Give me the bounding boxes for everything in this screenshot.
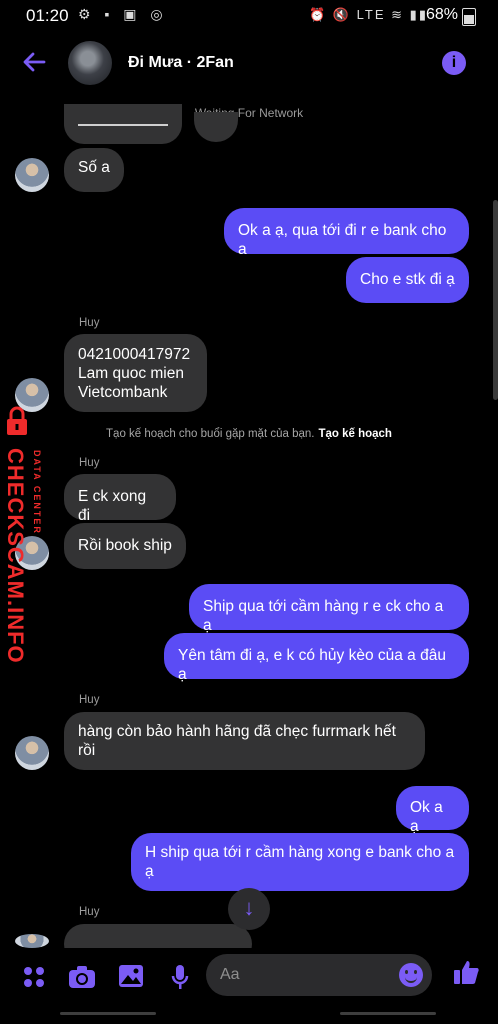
message-bubble[interactable]: 0421000417972 Lam quoc mien Vietcombank xyxy=(64,334,207,412)
emoji-icon[interactable] xyxy=(399,963,423,987)
scrollbar[interactable] xyxy=(493,200,498,400)
system-nav-bar xyxy=(0,1004,498,1024)
sender-name: Huy xyxy=(79,457,100,469)
message-bubble[interactable]: Yên tâm đi ạ, e k có hủy kèo của a đâu ạ xyxy=(164,633,469,683)
avatar[interactable] xyxy=(15,736,49,770)
like-icon[interactable] xyxy=(452,958,479,984)
nav-home-handle[interactable] xyxy=(340,1012,436,1015)
camera-icon[interactable] xyxy=(68,964,95,990)
sender-name: Huy xyxy=(79,317,100,329)
message-input-placeholder: Aa xyxy=(220,966,240,983)
notification-icons: ⚙ ▪ ▣ ◎ xyxy=(78,6,168,22)
message-bubble[interactable]: Ok a ạ, qua tới đi r e bank cho a xyxy=(224,208,469,258)
message-bubble[interactable]: H ship qua tới r cầm hàng xong e bank ch… xyxy=(131,833,469,891)
message-bubble[interactable]: Ok a ạ xyxy=(396,786,469,835)
message-bubble[interactable]: E ck xong đi xyxy=(64,474,176,524)
gallery-icon[interactable] xyxy=(118,964,144,990)
avatar[interactable] xyxy=(15,158,49,192)
nav-back-handle[interactable] xyxy=(60,1012,156,1015)
message-bubble[interactable]: Rồi book ship xyxy=(64,523,186,569)
message-composer: Aa xyxy=(0,948,498,1004)
status-bar: 01:20 ⚙ ▪ ▣ ◎ ⏰ 🔇 LTE ≋ ▮▮ 68% xyxy=(0,0,498,32)
watermark-text: CHECKSCAM.INFO xyxy=(3,448,28,664)
message-input[interactable]: Aa xyxy=(206,954,432,996)
battery-level: 68% xyxy=(425,6,458,23)
message-bubble[interactable]: Cho e stk đi ạ xyxy=(346,257,469,303)
contact-name[interactable]: Đi Mưa · 2Fan xyxy=(128,54,234,72)
watermark-subtext: DATA CENTER xyxy=(32,450,42,535)
clipped-message[interactable] xyxy=(194,112,238,142)
signal-icons: ⏰ 🔇 LTE ≋ ▮▮ xyxy=(309,7,428,22)
microphone-icon[interactable] xyxy=(167,964,193,990)
sender-name: Huy xyxy=(79,906,100,918)
sender-name: Huy xyxy=(79,694,100,706)
contact-avatar[interactable] xyxy=(68,41,112,85)
watermark: CHECKSCAM.INFO DATA CENTER xyxy=(0,406,56,664)
message-bubble[interactable]: Ship qua tới cầm hàng r e ck cho a ạ xyxy=(189,584,469,634)
clipped-message[interactable] xyxy=(64,104,182,144)
network-label: LTE xyxy=(356,7,386,22)
info-icon[interactable]: i xyxy=(442,51,466,75)
status-time: 01:20 xyxy=(26,6,69,25)
plan-suggestion-text: Tạo kế hoạch cho buổi gặp mặt của bạn. xyxy=(106,428,315,440)
lock-icon xyxy=(7,406,27,435)
battery-icon xyxy=(462,8,476,26)
message-bubble[interactable]: Số a xyxy=(64,148,124,192)
create-plan-link[interactable]: Tạo kế hoạch xyxy=(318,428,392,440)
avatar[interactable] xyxy=(15,934,49,948)
message-bubble[interactable]: hàng còn bảo hành hãng đã chẹc furrmark … xyxy=(64,712,425,770)
scroll-down-button[interactable]: ↓ xyxy=(228,888,270,930)
back-arrow-icon[interactable] xyxy=(18,46,50,78)
apps-grid-icon[interactable] xyxy=(21,964,47,990)
chat-header: Đi Mưa · 2Fan i xyxy=(0,32,498,96)
plan-suggestion: Tạo kế hoạch cho buổi gặp mặt của bạn. Tạ… xyxy=(0,428,498,440)
